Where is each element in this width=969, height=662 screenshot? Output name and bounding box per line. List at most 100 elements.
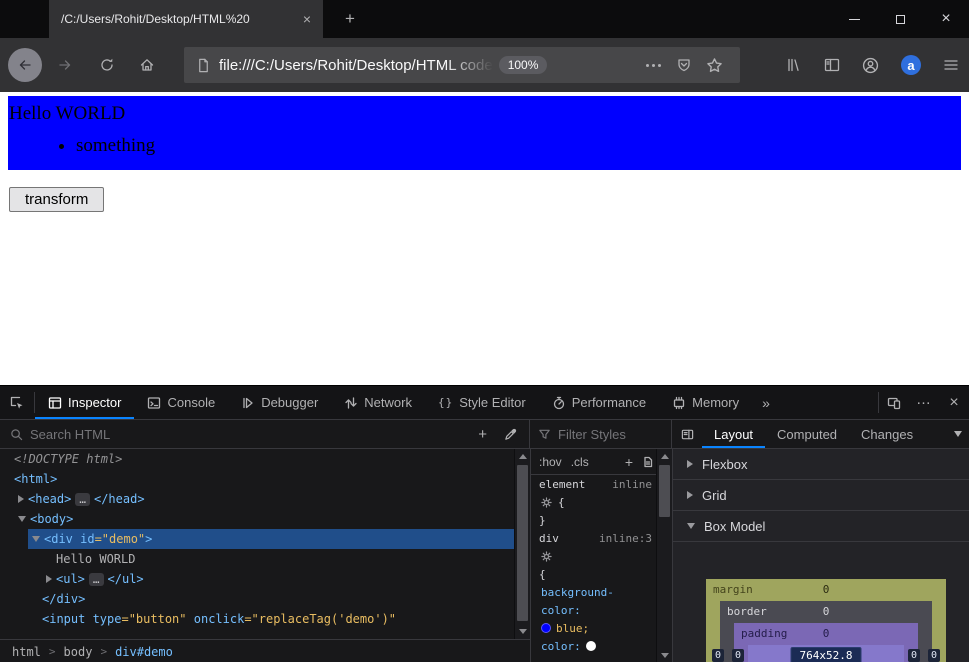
margin-left-value[interactable]: 0 — [712, 649, 724, 662]
expander-closed-icon[interactable] — [687, 491, 693, 499]
devtools-menu-icon[interactable]: … — [909, 386, 939, 419]
markup-scrollbar[interactable] — [514, 449, 530, 639]
page-actions-icon[interactable] — [638, 64, 669, 67]
devtools-tab-style-editor[interactable]: {}Style Editor — [425, 386, 539, 419]
breadcrumb-item-body[interactable]: body — [64, 645, 93, 659]
gear-icon[interactable] — [541, 497, 552, 508]
markup-line-selected[interactable]: <div id="demo"> — [0, 529, 514, 549]
tab-changes[interactable]: Changes — [849, 420, 925, 448]
markup-line[interactable]: <html> — [0, 469, 514, 489]
window-minimize-button[interactable] — [831, 0, 877, 38]
css-swatch-blue[interactable] — [541, 623, 551, 633]
back-button[interactable] — [8, 48, 42, 82]
css-property-line[interactable]: background- — [531, 583, 656, 601]
search-input[interactable] — [30, 427, 469, 442]
zoom-indicator[interactable]: 100% — [499, 56, 548, 74]
border-right-value[interactable]: 0 — [908, 649, 920, 662]
markup-line[interactable]: </div> — [0, 589, 514, 609]
scrollbar-down-icon[interactable] — [657, 648, 672, 662]
box-model-margin[interactable]: margin 0 border 0 padding 0 0 0 — [706, 579, 946, 662]
margin-top-value[interactable]: 0 — [823, 583, 830, 596]
pick-element-icon[interactable] — [0, 386, 34, 419]
collapsed-content-badge[interactable]: … — [89, 573, 104, 586]
section-flexbox[interactable]: Flexbox — [673, 449, 969, 480]
devtools-tab-network[interactable]: Network — [331, 386, 425, 419]
expander-open-icon[interactable] — [32, 536, 40, 542]
expander-open-icon[interactable] — [687, 523, 695, 529]
devtools-tab-performance[interactable]: Performance — [539, 386, 659, 419]
menu-hamburger-icon[interactable] — [943, 57, 959, 73]
pocket-icon[interactable] — [669, 57, 699, 73]
url-bar[interactable]: file:///C:/Users/Rohit/Desktop/HTML code… — [184, 47, 740, 83]
rule-origin-link[interactable]: inline — [612, 478, 652, 491]
tabs-overflow-chevron-icon[interactable] — [947, 420, 969, 448]
devtools-tab-inspector[interactable]: Inspector — [35, 386, 134, 419]
devtools-tab-console[interactable]: Console — [134, 386, 228, 419]
border-left-value[interactable]: 0 — [732, 649, 744, 662]
window-close-button[interactable]: × — [923, 0, 969, 38]
extension-badge[interactable]: a — [901, 55, 921, 75]
responsive-mode-icon[interactable] — [879, 386, 909, 419]
css-property-line[interactable]: color: — [531, 637, 656, 655]
account-icon[interactable] — [862, 57, 879, 74]
new-tab-button[interactable]: + — [334, 0, 366, 38]
tab-computed[interactable]: Computed — [765, 420, 849, 448]
scrollbar-up-icon[interactable] — [515, 449, 530, 464]
filter-styles-input[interactable] — [558, 427, 663, 442]
css-value-line[interactable]: blue; — [531, 619, 656, 637]
tab-close-icon[interactable]: × — [297, 9, 317, 29]
expander-open-icon[interactable] — [18, 516, 26, 522]
pane-toggle-icon[interactable] — [672, 420, 702, 448]
browser-tab[interactable]: /C:/Users/Rohit/Desktop/HTML%20 × — [49, 0, 323, 38]
section-grid[interactable]: Grid — [673, 480, 969, 511]
collapsed-content-badge[interactable]: … — [75, 493, 90, 506]
forward-button[interactable] — [50, 50, 80, 80]
css-swatch-white[interactable] — [586, 641, 596, 651]
devtools-tab-debugger[interactable]: Debugger — [228, 386, 331, 419]
pseudo-class-toggle[interactable]: :hov — [539, 455, 562, 469]
markup-line[interactable]: <input type="button" onclick="replaceTag… — [0, 609, 514, 629]
more-tabs-button[interactable]: » — [752, 386, 780, 419]
library-icon[interactable] — [786, 57, 802, 73]
window-maximize-button[interactable] — [877, 0, 923, 38]
breadcrumb-item-html[interactable]: html — [12, 645, 41, 659]
add-rule-button[interactable]: + — [625, 454, 633, 470]
scrollbar-thumb[interactable] — [517, 465, 528, 621]
scrollbar-down-icon[interactable] — [515, 624, 530, 639]
margin-right-value[interactable]: 0 — [928, 649, 940, 662]
bookmark-star-icon[interactable] — [699, 57, 730, 74]
add-node-button[interactable]: + — [469, 426, 496, 443]
markup-line[interactable]: Hello WORLD — [0, 549, 514, 569]
gear-icon[interactable] — [541, 551, 552, 562]
rule-origin-link[interactable]: inline:3 — [599, 532, 652, 545]
print-media-icon[interactable] — [642, 456, 654, 468]
rule-element[interactable]: element inline — [531, 475, 656, 493]
rules-scrollbar[interactable] — [656, 449, 672, 662]
markup-line[interactable]: <head>…</head> — [0, 489, 514, 509]
home-button[interactable] — [132, 50, 162, 80]
devtools-close-button[interactable]: × — [939, 386, 969, 419]
expander-closed-icon[interactable] — [687, 460, 693, 468]
breadcrumb-item-div-demo[interactable]: div#demo — [115, 645, 173, 659]
border-top-value[interactable]: 0 — [823, 605, 830, 618]
section-box-model[interactable]: Box Model — [673, 511, 969, 542]
url-text[interactable]: file:///C:/Users/Rohit/Desktop/HTML code — [219, 57, 493, 74]
tab-layout[interactable]: Layout — [702, 420, 765, 448]
devtools-toolbar: InspectorConsoleDebuggerNetwork{}Style E… — [0, 386, 969, 420]
expander-closed-icon[interactable] — [46, 575, 52, 583]
markup-line[interactable]: <body> — [0, 509, 514, 529]
transform-button[interactable]: transform — [9, 187, 104, 212]
eyedropper-icon[interactable] — [496, 428, 525, 441]
sidebar-toggle-icon[interactable] — [824, 57, 840, 73]
scrollbar-thumb[interactable] — [659, 465, 670, 517]
reload-button[interactable] — [92, 50, 122, 80]
expander-closed-icon[interactable] — [18, 495, 24, 503]
markup-line[interactable]: <!DOCTYPE html> — [0, 449, 514, 469]
scrollbar-up-icon[interactable] — [657, 449, 672, 464]
devtools-tab-memory[interactable]: Memory — [659, 386, 752, 419]
class-toggle[interactable]: .cls — [571, 455, 589, 469]
markup-line[interactable]: <ul>…</ul> — [0, 569, 514, 589]
css-property-line[interactable]: color: — [531, 601, 656, 619]
rule-div[interactable]: div inline:3 — [531, 529, 656, 547]
padding-top-value[interactable]: 0 — [823, 627, 830, 640]
